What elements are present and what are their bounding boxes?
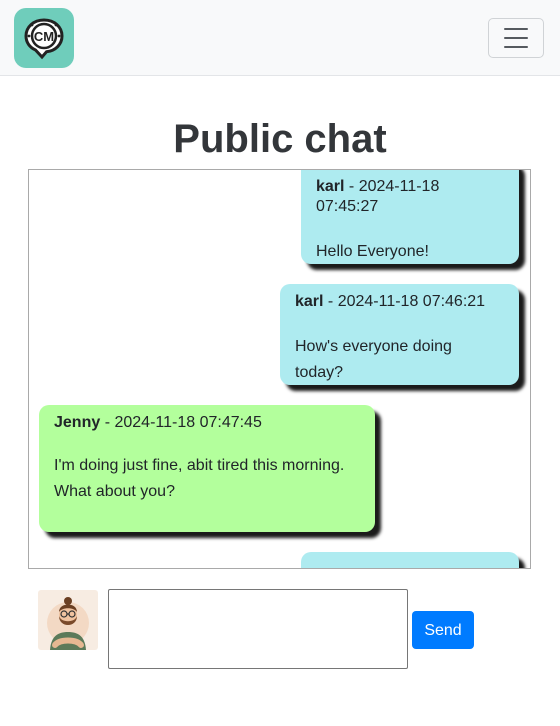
hamburger-icon-line	[504, 37, 528, 39]
hamburger-icon	[504, 28, 528, 30]
message-header: karl - 2024-11-18 07:46:21	[295, 292, 504, 312]
message-author: karl	[316, 178, 345, 195]
logo-text: CM	[34, 29, 54, 44]
message-timestamp: 2024-11-18 07:46:21	[337, 293, 486, 310]
page-title: Public chat	[173, 117, 387, 161]
user-avatar	[38, 590, 98, 650]
message-separator: -	[100, 414, 115, 431]
message-text: How's everyone doing today?	[295, 338, 452, 381]
message-timestamp: 2024-11-18 07:47:45	[114, 414, 262, 431]
message-header: Jenny - 2024-11-18 07:47:45	[54, 413, 360, 433]
message-header: karl - 2024-11-18 07:45:27	[316, 177, 504, 217]
navbar: CM	[0, 0, 560, 76]
chat-message: Jenny - 2024-11-18 07:47:45 I'm doing ju…	[39, 405, 375, 532]
chat-message	[301, 552, 519, 568]
message-separator: -	[323, 293, 338, 310]
chat-messages-panel[interactable]: karl - 2024-11-18 07:45:27 Hello Everyon…	[28, 169, 531, 569]
menu-toggle-button[interactable]	[488, 18, 544, 58]
brand-logo[interactable]: CM	[14, 8, 74, 68]
message-separator: -	[344, 178, 359, 195]
chat-message: karl - 2024-11-18 07:45:27 Hello Everyon…	[301, 170, 519, 264]
send-button[interactable]: Send	[412, 611, 474, 649]
hamburger-icon-line	[504, 46, 528, 48]
message-text: I'm doing just fine, abit tired this mor…	[54, 457, 345, 500]
message-text: Hello Everyone!	[316, 243, 429, 260]
message-input[interactable]	[108, 589, 408, 669]
chat-bubble-logo-icon: CM	[24, 18, 64, 60]
chat-message: karl - 2024-11-18 07:46:21 How's everyon…	[280, 284, 519, 385]
message-author: karl	[295, 293, 324, 310]
message-author: Jenny	[54, 414, 101, 431]
user-avatar-icon	[47, 597, 89, 650]
